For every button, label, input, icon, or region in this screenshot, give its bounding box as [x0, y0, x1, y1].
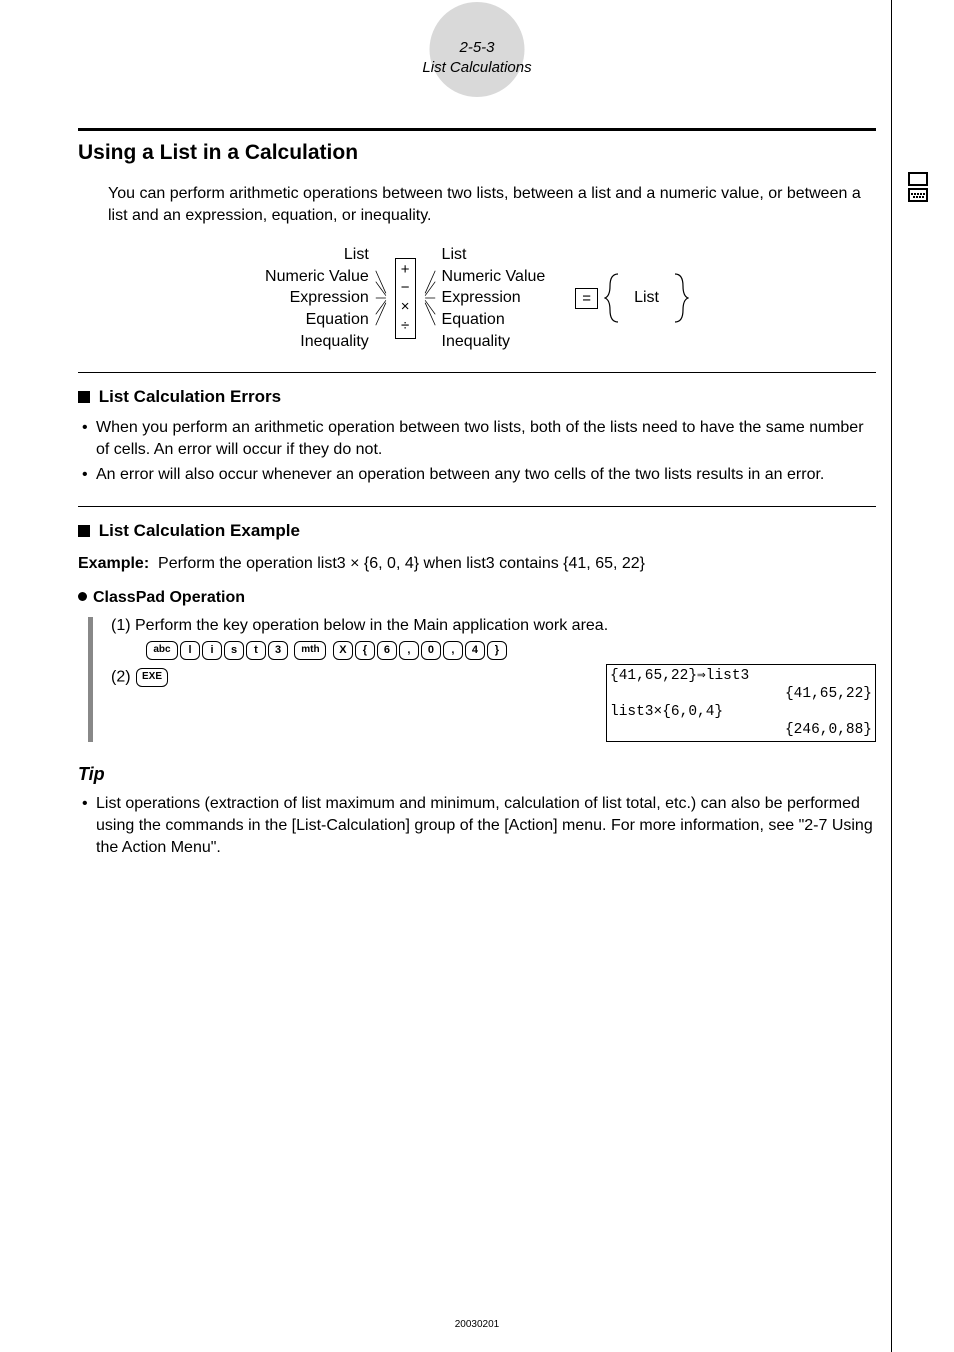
diag-left-4: Inequality — [265, 331, 369, 353]
bracket-diverge-right — [422, 267, 436, 329]
diag-right-4: Inequality — [442, 331, 546, 353]
errors-heading: List Calculation Errors — [78, 387, 876, 407]
footer-code: 20030201 — [0, 1319, 954, 1330]
key-3[interactable]: 3 — [268, 641, 288, 660]
example-heading: List Calculation Example — [78, 521, 876, 541]
left-curly-brace — [604, 272, 622, 324]
rule — [78, 128, 876, 131]
key-sequence: abclist3 mth X{6,0,4} — [145, 641, 876, 660]
key-0[interactable]: 0 — [421, 641, 441, 660]
key-4[interactable]: 4 — [465, 641, 485, 660]
page-header: 2-5-3 List Calculations — [78, 20, 876, 100]
rule — [78, 506, 876, 507]
diag-left-1: Numeric Value — [265, 266, 369, 288]
tip-heading: Tip — [78, 764, 876, 785]
key-6[interactable]: 6 — [377, 641, 397, 660]
step-1: (1) Perform the key operation below in t… — [111, 617, 876, 635]
steps-block: (1) Perform the key operation below in t… — [88, 617, 876, 743]
key-multiply[interactable]: X — [333, 641, 353, 660]
key-open-brace[interactable]: { — [355, 641, 375, 660]
calc-line-2: {41,65,22} — [610, 685, 872, 703]
key-t[interactable]: t — [246, 641, 266, 660]
errors-list: •When you perform an arithmetic operatio… — [82, 417, 876, 486]
operation-diagram: List Numeric Value Expression Equation I… — [78, 244, 876, 352]
section-name: List Calculations — [78, 58, 876, 78]
key-comma[interactable]: , — [399, 641, 419, 660]
intro-text: You can perform arithmetic operations be… — [108, 183, 876, 226]
page-divider — [891, 0, 892, 1352]
diag-left-2: Expression — [265, 287, 369, 309]
operator-box: + − × ÷ — [395, 258, 416, 339]
calc-line-4: {246,0,88} — [610, 721, 872, 739]
key-i[interactable]: i — [202, 641, 222, 660]
diag-right-1: Numeric Value — [442, 266, 546, 288]
diag-right-3: Equation — [442, 309, 546, 331]
key-l[interactable]: l — [180, 641, 200, 660]
diagram-result: List — [628, 289, 665, 307]
key-s[interactable]: s — [224, 641, 244, 660]
errors-item-1: An error will also occur whenever an ope… — [96, 464, 824, 486]
step-2-prefix: (2) — [111, 669, 131, 686]
right-curly-brace — [671, 272, 689, 324]
diag-left-3: Equation — [265, 309, 369, 331]
calc-line-1: {41,65,22}⇒list3 — [610, 667, 872, 685]
bracket-converge-left — [375, 267, 389, 329]
diag-left-0: List — [265, 244, 369, 266]
key-close-brace[interactable]: } — [487, 641, 507, 660]
errors-item-0: When you perform an arithmetic operation… — [96, 417, 876, 460]
calc-line-3: list3×{6,0,4} — [610, 703, 872, 721]
equals-box: = — [575, 288, 598, 309]
key-exe[interactable]: EXE — [136, 668, 168, 687]
example-line: Example: Perform the operation list3 × {… — [78, 555, 876, 573]
rule — [78, 372, 876, 373]
calculator-screen: {41,65,22}⇒list3 {41,65,22} list3×{6,0,4… — [606, 664, 876, 743]
classpad-heading: ClassPad Operation — [78, 589, 876, 607]
key-mth[interactable]: mth — [294, 641, 326, 660]
diag-right-0: List — [442, 244, 546, 266]
diag-right-2: Expression — [442, 287, 546, 309]
tip-text: •List operations (extraction of list max… — [82, 793, 876, 858]
page-ref: 2-5-3 — [78, 38, 876, 58]
page-title: Using a List in a Calculation — [78, 141, 876, 165]
key-comma-2[interactable]: , — [443, 641, 463, 660]
mode-icon — [900, 172, 936, 202]
tip-body: List operations (extraction of list maxi… — [96, 793, 876, 858]
key-abc[interactable]: abc — [146, 641, 178, 660]
